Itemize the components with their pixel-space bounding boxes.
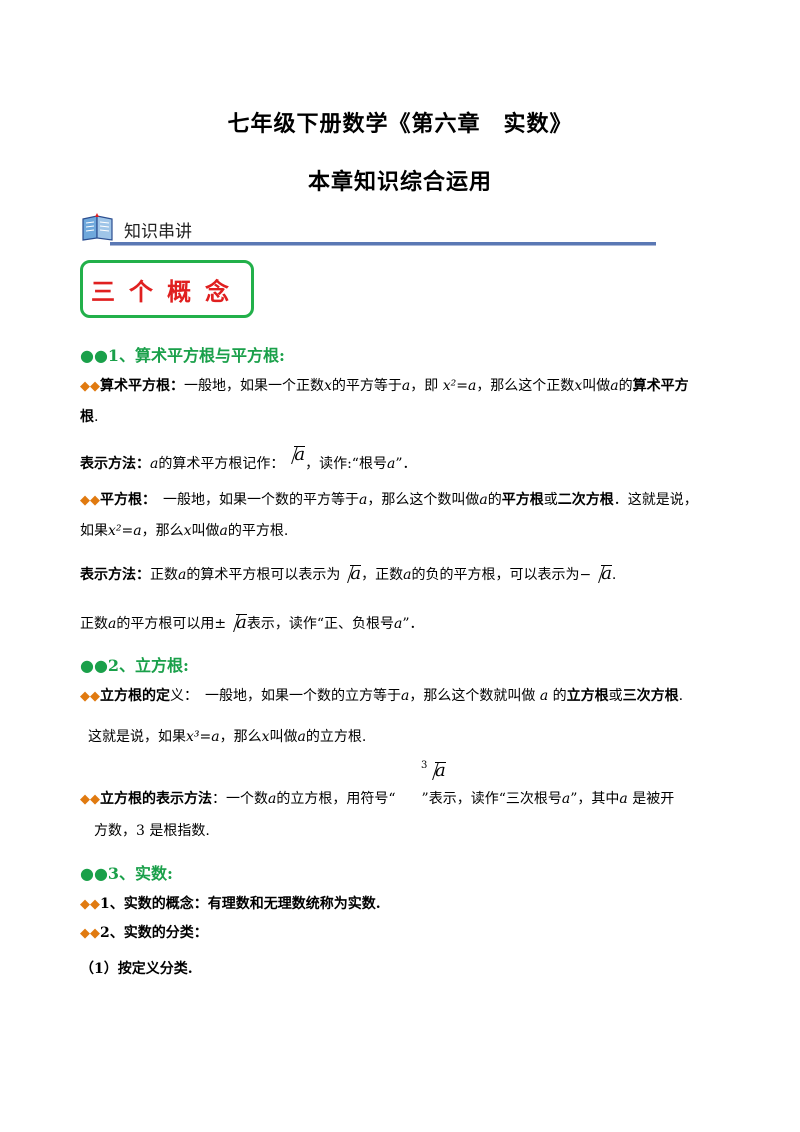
s3-line-1: ◆◆1、实数的概念：有理数和无理数统称为实数.	[80, 896, 381, 912]
sqrt-symbol: a	[340, 563, 361, 584]
s1-line-6: 表示方法：正数a的算术平方根可以表示为 a，正数a的负的平方根，可以表示为− a.	[80, 563, 617, 584]
sqrt-symbol: a	[284, 444, 305, 465]
document-title: 七年级下册数学《第六章 实数》	[227, 111, 573, 137]
s1-line-5: 如果x²=a，那么x叫做a的平方根.	[80, 523, 289, 539]
s2-line-4: 方数，3 是根指数.	[94, 823, 210, 839]
knowledge-banner: 知识串讲	[80, 211, 656, 247]
s2-line-2: 这就是说，如果x³=a，那么x叫做a的立方根.	[88, 729, 367, 745]
sqrt-symbol: a	[591, 563, 612, 584]
s2-line-3: ◆◆立方根的表示方法：一个数a的立方根，用符号“ ”表示，读作“三次根号a”，其中…	[80, 791, 675, 807]
section-1-heading: ●●1、算术平方根与平方根:	[80, 346, 285, 365]
s1-line-7: 正数a的平方根可以用± a表示，读作“正、负根号a”．	[80, 612, 424, 633]
diamond-icon: ◆◆	[80, 792, 100, 807]
s1-line-1: ◆◆算术平方根：一般地，如果一个正数x的平方等于a，即 x²=a，那么这个正数x…	[80, 378, 689, 394]
section-box-three-concepts: 三个概念	[80, 260, 254, 318]
sqrt-symbol: a	[226, 612, 247, 633]
s1-line-3: 表示方法：a的算术平方根记作： a，读作:“根号a”．	[80, 444, 417, 472]
diamond-icon: ◆◆	[80, 379, 100, 394]
s1-line-4: ◆◆平方根： 一般地，如果一个数的平方等于a，那么这个数叫做a的平方根或二次方根…	[80, 492, 698, 508]
book-icon	[82, 213, 113, 241]
diamond-icon: ◆◆	[80, 689, 100, 704]
s3-line-3: （1）按定义分类.	[80, 961, 193, 977]
s3-line-2: ◆◆2、实数的分类：	[80, 925, 208, 941]
diamond-icon: ◆◆	[80, 493, 100, 508]
s2-line-1: ◆◆立方根的定义： 一般地，如果一个数的立方等于a，那么这个数就叫做 a 的立方…	[80, 688, 684, 704]
s1-line-2: 根.	[80, 409, 99, 425]
banner-rule-shadow	[110, 245, 656, 246]
section-3-heading: ●●3、实数:	[80, 864, 173, 883]
cube-root-symbol: 3a	[421, 760, 446, 781]
document-subtitle: 本章知识综合运用	[307, 169, 492, 195]
diamond-icon: ◆◆	[80, 926, 100, 941]
section-2-heading: ●●2、立方根:	[80, 656, 189, 675]
banner-label: 知识串讲	[124, 222, 192, 242]
diamond-icon: ◆◆	[80, 897, 100, 912]
